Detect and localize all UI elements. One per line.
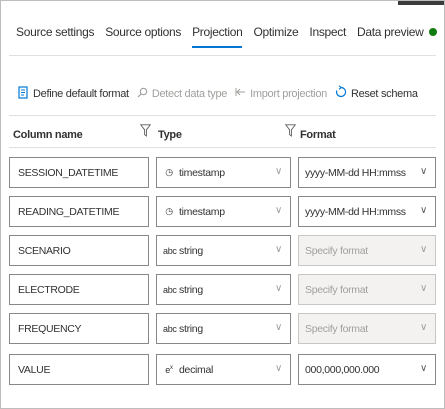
type-dropdown[interactable]: abc string ∨ <box>156 313 291 344</box>
format-dropdown[interactable]: Specify format ∨ <box>298 313 436 344</box>
define-default-format-label: Define default format <box>33 87 129 100</box>
chevron-down-icon: ∨ <box>274 244 282 255</box>
format-value: Specify format <box>305 283 368 296</box>
format-value: 000,000,000.000 <box>305 363 380 376</box>
chevron-down-icon: ∨ <box>274 166 282 177</box>
projection-panel: Source settings Source options Projectio… <box>0 0 445 409</box>
format-dropdown[interactable]: 000,000,000.000 ∨ <box>298 354 436 385</box>
format-dropdown[interactable]: yyyy-MM-dd HH:mmss ∨ <box>298 157 436 188</box>
abc-icon: abc <box>163 323 177 334</box>
type-value: string <box>179 244 203 257</box>
reset-schema-label: Reset schema <box>350 87 418 100</box>
chevron-down-icon: ∨ <box>274 205 282 216</box>
tab-optimize[interactable]: Optimize <box>253 25 298 39</box>
column-name-field[interactable]: ELECTRODE <box>9 274 149 305</box>
detect-data-type-label: Detect data type <box>151 87 228 100</box>
column-name-field[interactable]: FREQUENCY <box>9 313 149 344</box>
tab-bar: Source settings Source options Projectio… <box>16 25 438 48</box>
abc-icon: abc <box>163 245 177 256</box>
tab-inspect[interactable]: Inspect <box>309 25 346 39</box>
tab-data-preview[interactable]: Data preview <box>357 25 424 39</box>
toolbar: Define default format Detect data type I… <box>18 85 426 102</box>
filter-icon[interactable] <box>139 124 152 142</box>
type-value: timestamp <box>179 205 225 218</box>
header-divider <box>9 147 436 148</box>
type-dropdown[interactable]: abc string ∨ <box>156 235 291 266</box>
tab-source-options[interactable]: Source options <box>105 25 181 39</box>
divider <box>9 55 436 56</box>
search-icon <box>137 87 148 101</box>
chevron-down-icon: ∨ <box>419 363 427 374</box>
format-value: yyyy-MM-dd HH:mmss <box>305 205 406 218</box>
window-edge <box>398 1 444 5</box>
chevron-down-icon: ∨ <box>419 244 427 255</box>
type-value: string <box>179 322 203 335</box>
column-name-field[interactable]: SCENARIO <box>9 235 149 266</box>
type-dropdown[interactable]: ◷ timestamp ∨ <box>156 157 291 188</box>
chevron-down-icon: ∨ <box>419 205 427 216</box>
type-dropdown[interactable]: abc string ∨ <box>156 274 291 305</box>
define-default-format-button[interactable]: Define default format <box>18 85 129 102</box>
document-icon <box>18 85 29 102</box>
exponent-icon: ex <box>165 364 173 375</box>
chevron-down-icon: ∨ <box>274 322 282 333</box>
type-value: string <box>179 283 203 296</box>
chevron-down-icon: ∨ <box>419 166 427 177</box>
reset-schema-button[interactable]: Reset schema <box>335 85 418 102</box>
column-name-field[interactable]: READING_DATETIME <box>9 196 149 227</box>
chevron-down-icon: ∨ <box>274 283 282 294</box>
abc-icon: abc <box>163 284 177 295</box>
format-value: Specify format <box>305 322 368 335</box>
format-dropdown[interactable]: Specify format ∨ <box>298 235 436 266</box>
tab-data-preview-label: Data preview <box>357 25 424 39</box>
chevron-down-icon: ∨ <box>419 283 427 294</box>
clock-icon: ◷ <box>165 206 173 216</box>
reset-icon <box>335 85 347 102</box>
type-header: Type <box>158 129 182 141</box>
chevron-down-icon: ∨ <box>419 322 427 333</box>
detect-data-type-button[interactable]: Detect data type <box>137 87 227 101</box>
import-projection-button[interactable]: Import projection <box>235 87 327 100</box>
column-name-field[interactable]: VALUE <box>9 354 149 385</box>
tab-source-settings[interactable]: Source settings <box>16 25 95 39</box>
type-value: timestamp <box>179 166 225 179</box>
column-name-header: Column name <box>13 129 83 141</box>
column-name-field[interactable]: SESSION_DATETIME <box>9 157 149 188</box>
format-value: Specify format <box>305 244 368 257</box>
status-dot-icon <box>429 28 438 36</box>
type-value: decimal <box>179 363 214 376</box>
clock-icon: ◷ <box>165 167 173 177</box>
divider <box>9 115 436 116</box>
format-header: Format <box>300 129 336 141</box>
import-arrow-icon <box>235 87 246 100</box>
chevron-down-icon: ∨ <box>274 363 282 374</box>
filter-icon[interactable] <box>284 124 297 142</box>
format-dropdown[interactable]: yyyy-MM-dd HH:mmss ∨ <box>298 196 436 227</box>
type-dropdown[interactable]: ex decimal ∨ <box>156 354 291 385</box>
type-dropdown[interactable]: ◷ timestamp ∨ <box>156 196 291 227</box>
format-value: yyyy-MM-dd HH:mmss <box>305 166 406 179</box>
format-dropdown[interactable]: Specify format ∨ <box>298 274 436 305</box>
tab-projection[interactable]: Projection <box>192 25 243 48</box>
import-projection-label: Import projection <box>250 87 327 100</box>
